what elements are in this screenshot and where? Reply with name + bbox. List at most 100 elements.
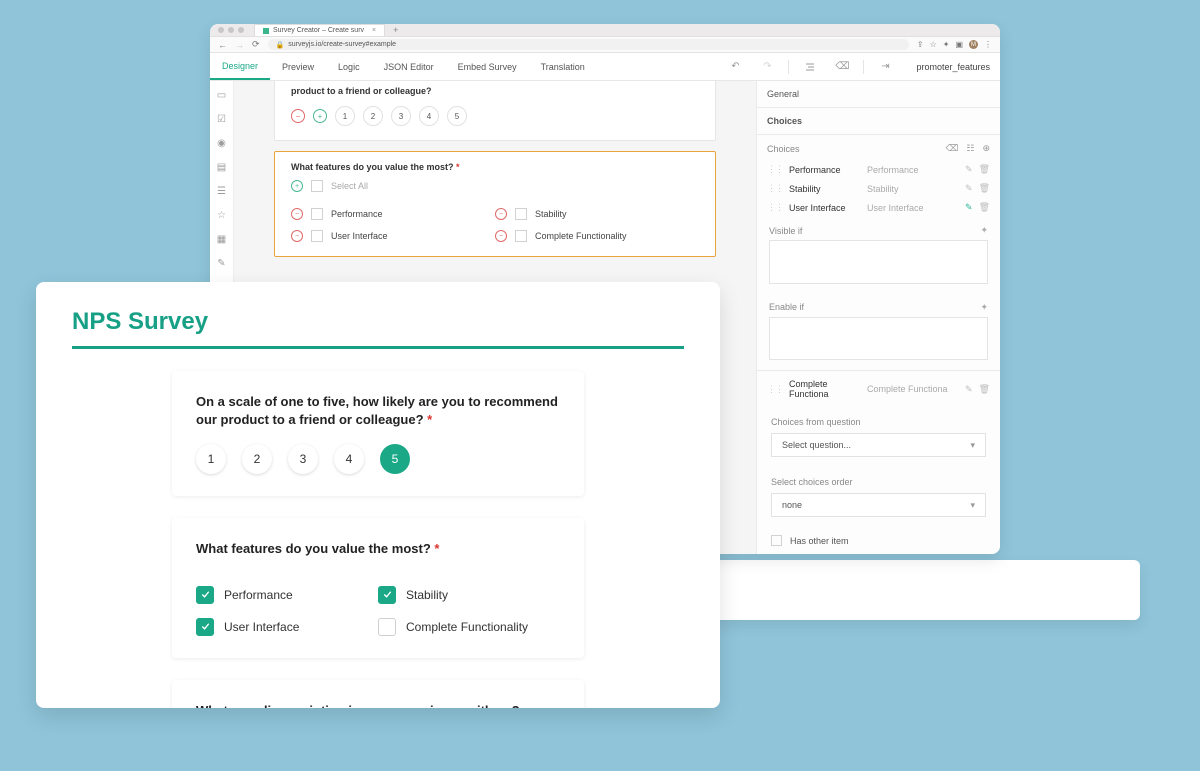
choice-value[interactable]: Complete Functiona (789, 379, 861, 399)
choice-row[interactable]: ⋮⋮ Stability Stability ✎ 🗑 (757, 179, 1000, 198)
choice-row[interactable]: ⋮⋮ Complete Functiona Complete Functiona… (757, 371, 1000, 407)
panel-section-choices[interactable]: Choices (757, 108, 1000, 135)
option-row[interactable]: User Interface (196, 618, 378, 636)
grip-icon[interactable]: ⋮⋮ (767, 384, 783, 395)
toolbox-item-icon[interactable]: ✎ (216, 257, 228, 269)
edit-icon[interactable]: ✎ (965, 202, 973, 213)
scale-option-5[interactable]: 5 (380, 444, 410, 474)
wand-icon[interactable]: ✦ (980, 225, 988, 236)
scale-option[interactable]: 4 (419, 106, 439, 126)
checkbox[interactable] (196, 586, 214, 604)
choice-display[interactable]: Stability (867, 184, 959, 194)
delete-icon[interactable]: 🗑 (979, 183, 990, 194)
add-choice-icon[interactable]: ⊕ (982, 143, 990, 154)
checkbox[interactable] (311, 180, 323, 192)
delete-icon[interactable]: 🗑 (979, 164, 990, 175)
close-icon[interactable]: × (372, 27, 376, 34)
wand-icon[interactable]: ✦ (980, 302, 988, 313)
edit-icon[interactable]: ✎ (965, 384, 973, 395)
batch-edit-icon[interactable]: ☷ (966, 143, 974, 154)
choices-from-question-select[interactable]: Select question... ▾ (771, 433, 986, 457)
remove-option-icon[interactable]: − (291, 208, 303, 220)
collapse-panel-icon[interactable]: ⇥ (874, 53, 896, 81)
share-icon[interactable]: ⇪ (917, 40, 924, 49)
choice-row[interactable]: ⋮⋮ User Interface User Interface ✎ 🗑 (757, 198, 1000, 217)
choice-value[interactable]: Performance (789, 165, 861, 175)
grip-icon[interactable]: ⋮⋮ (767, 202, 783, 213)
settings-icon[interactable] (799, 53, 821, 81)
checkbox[interactable] (515, 230, 527, 242)
checkbox[interactable] (196, 618, 214, 636)
menu-icon[interactable]: ⋮ (984, 40, 992, 49)
remove-option-icon[interactable]: − (291, 230, 303, 242)
choice-display[interactable]: Performance (867, 165, 959, 175)
scale-option-2[interactable]: 2 (242, 444, 272, 474)
checkbox[interactable] (311, 208, 323, 220)
delete-icon[interactable]: 🗑 (979, 384, 990, 395)
question-card-selected[interactable]: What features do you value the most? * +… (274, 151, 716, 257)
scale-option[interactable]: 3 (391, 106, 411, 126)
checkbox[interactable] (378, 586, 396, 604)
avatar[interactable]: M (969, 40, 978, 49)
toolbox-item-icon[interactable]: ◉ (216, 137, 228, 149)
tab-json-editor[interactable]: JSON Editor (372, 53, 446, 80)
grip-icon[interactable]: ⋮⋮ (767, 164, 783, 175)
toolbox-item-icon[interactable]: ▤ (216, 161, 228, 173)
bookmark-icon[interactable]: ▣ (955, 40, 963, 49)
add-option-icon[interactable]: + (313, 109, 327, 123)
delete-icon[interactable]: 🗑 (979, 202, 990, 213)
eraser-icon[interactable]: ⌫ (946, 143, 959, 154)
scale-option-4[interactable]: 4 (334, 444, 364, 474)
checkbox[interactable] (771, 535, 782, 546)
undo-icon[interactable]: ↶ (724, 53, 746, 81)
scale-option[interactable]: 5 (447, 106, 467, 126)
toolbox-item-icon[interactable]: ☑ (216, 113, 228, 125)
option-row[interactable]: Performance (196, 586, 378, 604)
checkbox[interactable] (378, 618, 396, 636)
toolbox-item-icon[interactable]: ☰ (216, 185, 228, 197)
choice-display[interactable]: User Interface (867, 203, 959, 213)
scale-option-1[interactable]: 1 (196, 444, 226, 474)
panel-section-general[interactable]: General (757, 81, 1000, 108)
choices-order-select[interactable]: none ▾ (771, 493, 986, 517)
traffic-dot[interactable] (238, 27, 244, 33)
choice-row[interactable]: ⋮⋮ Performance Performance ✎ 🗑 (757, 160, 1000, 179)
choice-value[interactable]: User Interface (789, 203, 861, 213)
add-option-icon[interactable]: + (291, 180, 303, 192)
scale-option[interactable]: 1 (335, 106, 355, 126)
eraser-icon[interactable]: ⌫ (831, 53, 853, 81)
visible-if-input[interactable] (769, 240, 988, 284)
extension-icon[interactable]: ✦ (943, 40, 950, 49)
choice-value[interactable]: Stability (789, 184, 861, 194)
star-icon[interactable]: ☆ (930, 40, 937, 49)
toolbox-item-icon[interactable]: ▭ (216, 89, 228, 101)
traffic-dot[interactable] (228, 27, 234, 33)
tab-preview[interactable]: Preview (270, 53, 326, 80)
reload-icon[interactable]: ⟳ (252, 39, 260, 50)
question-card[interactable]: product to a friend or colleague? − + 1 … (274, 81, 716, 141)
remove-option-icon[interactable]: − (495, 230, 507, 242)
toolbox-item-icon[interactable]: ☆ (216, 209, 228, 221)
checkbox[interactable] (515, 208, 527, 220)
toolbox-item-icon[interactable]: ▦ (216, 233, 228, 245)
option-row[interactable]: Complete Functionality (378, 618, 560, 636)
url-field[interactable]: 🔒 surveyjs.io/create-survey#example (268, 39, 909, 50)
option-row[interactable]: Stability (378, 586, 560, 604)
edit-icon[interactable]: ✎ (965, 183, 973, 194)
remove-option-icon[interactable]: − (495, 208, 507, 220)
tab-logic[interactable]: Logic (326, 53, 372, 80)
nav-back-icon[interactable]: ← (218, 40, 227, 50)
scale-option[interactable]: 2 (363, 106, 383, 126)
edit-icon[interactable]: ✎ (965, 164, 973, 175)
grip-icon[interactable]: ⋮⋮ (767, 183, 783, 194)
remove-option-icon[interactable]: − (291, 109, 305, 123)
enable-if-input[interactable] (769, 317, 988, 361)
traffic-dot[interactable] (218, 27, 224, 33)
scale-option-3[interactable]: 3 (288, 444, 318, 474)
new-tab-button[interactable]: + (393, 25, 398, 35)
has-other-row[interactable]: Has other item (757, 527, 1000, 554)
redo-icon[interactable]: ↷ (756, 53, 778, 81)
tab-translation[interactable]: Translation (529, 53, 597, 80)
tab-embed-survey[interactable]: Embed Survey (446, 53, 529, 80)
browser-tab[interactable]: Survey Creator – Create surv × (254, 24, 385, 36)
